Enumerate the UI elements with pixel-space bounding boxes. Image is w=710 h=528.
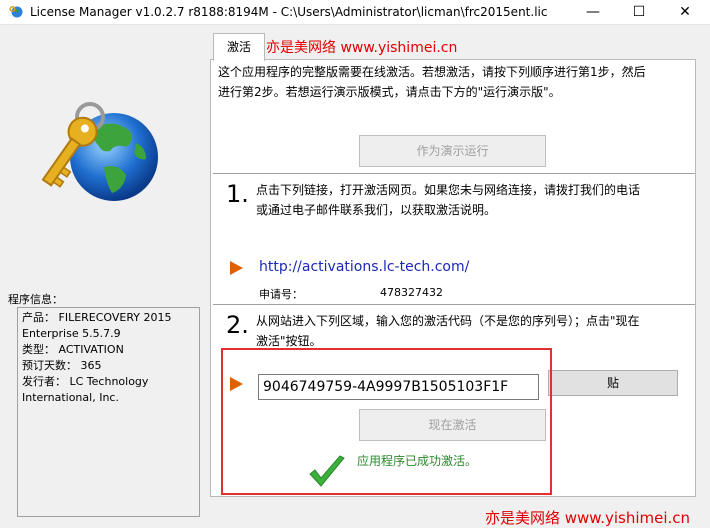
request-number-label: 申请号： xyxy=(259,288,303,301)
key-globe-app-icon xyxy=(9,5,23,18)
title-bar: License Manager v1.0.2.7 r8188:8194M - C… xyxy=(0,0,710,25)
info-line: 类型： ACTIVATION xyxy=(22,343,124,356)
program-info-label: 程序信息： xyxy=(8,293,63,306)
arrow-right-icon xyxy=(230,261,243,275)
minimize-button[interactable]: — xyxy=(570,0,616,24)
maximize-button[interactable]: ☐ xyxy=(616,0,662,24)
step1-text-line1: 点击下列链接，打开激活网页。如果您未与网络连接，请拨打我们的电话 xyxy=(256,183,641,197)
watermark-top: 亦是美网络 www.yishimei.cn xyxy=(266,40,458,56)
watermark-bottom: 亦是美网络 www.yishimei.cn xyxy=(485,509,691,527)
run-demo-button[interactable]: 作为演示运行 xyxy=(359,135,546,167)
info-line: 产品： FILERECOVERY 2015 xyxy=(22,311,172,324)
intro-text-line1: 这个应用程序的完整版需要在线激活。若想激活，请按下列顺序进行第1步，然后 xyxy=(218,65,646,79)
paste-button[interactable]: 贴 xyxy=(548,370,678,396)
info-line: Enterprise 5.5.7.9 xyxy=(22,327,121,340)
step2-number: 2. xyxy=(226,311,249,339)
left-panel: 程序信息： 产品： FILERECOVERY 2015 Enterprise 5… xyxy=(0,25,210,527)
info-line: International, Inc. xyxy=(22,391,119,404)
activation-link[interactable]: http://activations.lc-tech.com/ xyxy=(259,259,469,275)
intro-text-line2: 进行第2步。若想运行演示版模式，请点击下方的"运行演示版"。 xyxy=(218,85,561,99)
close-button[interactable]: ✕ xyxy=(662,0,708,24)
info-line: 预订天数： 365 xyxy=(22,359,102,372)
separator xyxy=(213,304,695,306)
separator xyxy=(213,173,695,175)
tab-activation[interactable]: 激活 xyxy=(213,33,265,61)
window-title: License Manager v1.0.2.7 r8188:8194M - C… xyxy=(30,5,548,19)
highlight-box xyxy=(221,348,552,495)
step1-number: 1. xyxy=(226,180,249,208)
step1-text-line2: 或通过电子邮件联系我们，以获取激活说明。 xyxy=(256,203,497,217)
step2-text-line1: 从网站进入下列区域，输入您的激活代码（不是您的序列号）；点击"现在 xyxy=(256,314,640,328)
info-line: 发行者： LC Technology xyxy=(22,375,149,388)
program-info-box: 产品： FILERECOVERY 2015 Enterprise 5.5.7.9… xyxy=(17,307,200,517)
key-and-globe-logo-icon xyxy=(41,102,158,201)
request-number-value: 478327432 xyxy=(380,286,443,299)
